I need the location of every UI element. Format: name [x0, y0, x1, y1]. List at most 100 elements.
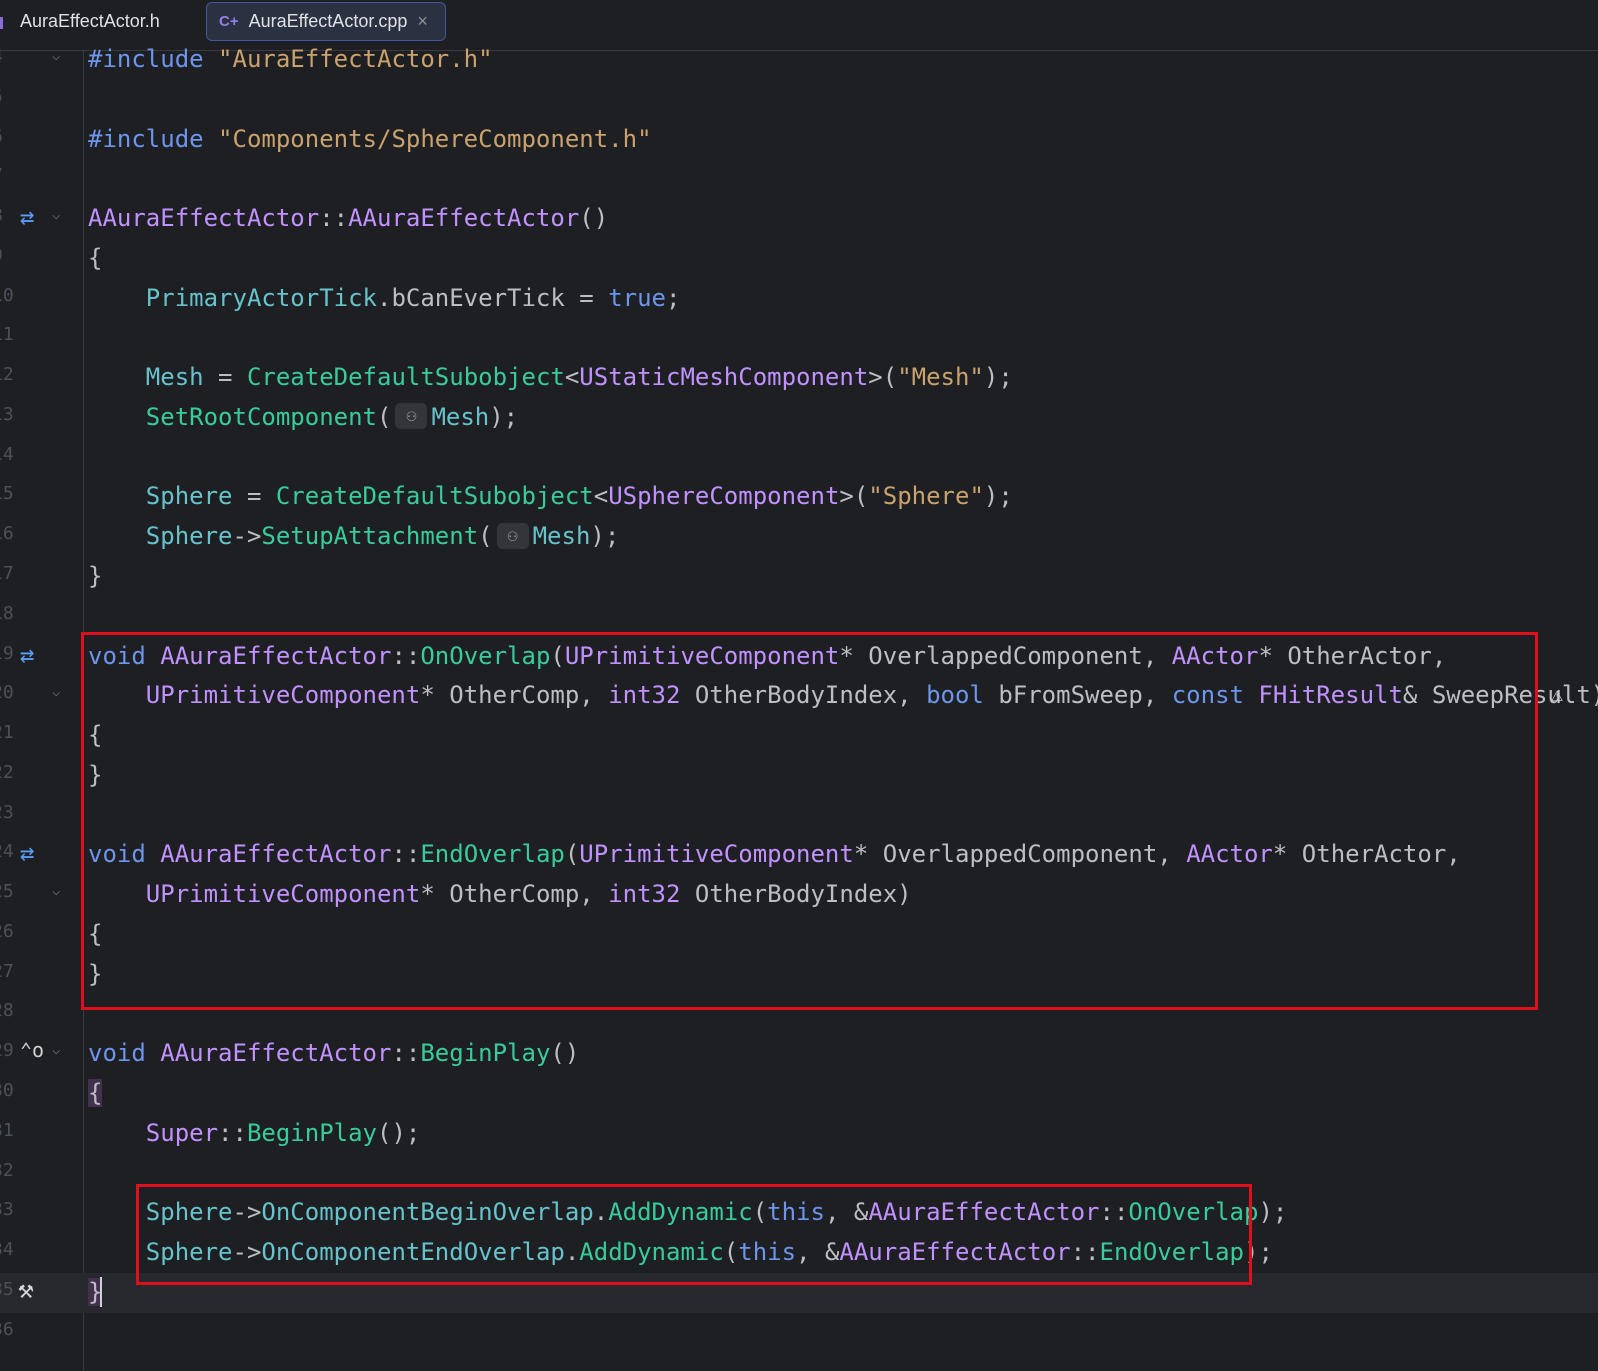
code-token: Sphere [145, 482, 233, 511]
implements-icon[interactable]: ⇄ [20, 641, 34, 669]
code-line[interactable]: 14 [0, 438, 1598, 478]
highlight-box-overlap-functions [81, 632, 1538, 1010]
line-number[interactable]: 10 [0, 285, 14, 306]
code-text: PrimaryActorTick.bCanEverTick = true; [88, 283, 681, 313]
code-token: AAuraEffectActor [348, 204, 580, 233]
code-line[interactable]: 4 ⌵ #include "AuraEffectActor.h" [0, 40, 1598, 80]
code-token: () [579, 204, 609, 233]
line-number[interactable]: 35 [0, 1279, 14, 1300]
implements-icon[interactable]: ⇄ [20, 839, 34, 867]
line-number[interactable]: 15 [0, 483, 14, 504]
code-text: Super::BeginPlay(); [88, 1118, 421, 1148]
override-icon[interactable]: ⌃o [20, 1038, 44, 1062]
line-number[interactable]: 30 [0, 1080, 14, 1101]
code-line[interactable]: 7 [0, 159, 1598, 199]
line-number[interactable]: 19 [0, 643, 14, 664]
line-number[interactable]: 16 [0, 523, 14, 544]
code-token: AAuraEffectActor [88, 204, 320, 233]
warning-icon[interactable]: ⚠ [1551, 682, 1563, 706]
code-line[interactable]: 18 [0, 597, 1598, 637]
code-text: #include "Components/SphereComponent.h" [88, 124, 652, 154]
code-token: ( [376, 402, 392, 431]
text-caret [100, 1276, 103, 1307]
implements-icon[interactable]: ⇄ [20, 203, 34, 231]
code-text: { [88, 243, 102, 273]
code-line[interactable]: 29 ⌃o ⌵ void AAuraEffectActor::BeginPlay() [0, 1034, 1598, 1074]
code-token: ); [1258, 1198, 1288, 1227]
code-line[interactable]: 31 Super::BeginPlay(); [0, 1114, 1598, 1154]
code-token: "AuraEffectActor.h" [218, 45, 493, 73]
code-token: "Components/SphereComponent.h" [218, 124, 652, 153]
code-token: Mesh [145, 363, 204, 392]
code-line[interactable]: 5 [0, 80, 1598, 120]
code-line[interactable]: 15 Sphere = CreateDefaultSubobject<USphe… [0, 477, 1598, 517]
code-line[interactable]: 9{ [0, 239, 1598, 279]
fold-chevron-icon[interactable]: ⌵ [52, 48, 60, 64]
line-number[interactable]: 9 [0, 245, 3, 266]
code-line[interactable]: 10 PrimaryActorTick.bCanEverTick = true; [0, 279, 1598, 319]
code-token: Mesh [532, 522, 591, 551]
code-text: } [88, 561, 102, 591]
line-number[interactable]: 18 [0, 603, 14, 624]
code-token: BeginPlay [246, 1118, 377, 1147]
code-token: >( [868, 363, 898, 392]
code-line[interactable]: 6 #include "Components/SphereComponent.h" [0, 120, 1598, 160]
line-number[interactable]: 12 [0, 364, 14, 385]
code-line[interactable]: 11 [0, 318, 1598, 358]
line-number[interactable]: 25 [0, 881, 14, 902]
line-number[interactable]: 33 [0, 1199, 14, 1220]
fold-chevron-icon[interactable]: ⌵ [52, 207, 60, 223]
line-number[interactable]: 8 [0, 205, 3, 226]
code-token: :: [319, 204, 349, 233]
code-token: Mesh [431, 402, 490, 431]
parameter-hint-icon[interactable]: ⚇ [496, 522, 529, 549]
line-number[interactable]: 24 [0, 841, 14, 862]
hammer-icon[interactable]: ⚒ [18, 1275, 34, 1305]
line-number[interactable]: 4 [0, 46, 3, 67]
line-number[interactable]: 32 [0, 1160, 14, 1181]
code-token: :: [218, 1118, 247, 1147]
code-line[interactable]: 30 { [0, 1074, 1598, 1114]
line-number[interactable]: 21 [0, 722, 14, 743]
code-token: (); [377, 1118, 421, 1147]
code-text: AAuraEffectActor::AAuraEffectActor() [88, 203, 608, 233]
line-number[interactable]: 13 [0, 404, 14, 425]
line-number[interactable]: 28 [0, 1000, 14, 1021]
line-number[interactable]: 17 [0, 563, 14, 584]
line-number[interactable]: 34 [0, 1239, 14, 1260]
fold-chevron-icon[interactable]: ⌵ [52, 1042, 60, 1058]
line-number[interactable]: 36 [0, 1319, 14, 1340]
line-number[interactable]: 6 [0, 126, 3, 147]
code-line[interactable]: 16 Sphere->SetupAttachment(⚇Mesh); [0, 517, 1598, 557]
line-number[interactable]: 20 [0, 682, 14, 703]
line-number[interactable]: 14 [0, 444, 14, 465]
code-line[interactable]: 12 Mesh = CreateDefaultSubobject<UStatic… [0, 358, 1598, 398]
line-number[interactable]: 5 [0, 86, 3, 107]
code-line[interactable]: 13 SetRootComponent(⚇Mesh); [0, 398, 1598, 438]
code-text: Sphere = CreateDefaultSubobject<USphereC… [88, 481, 1013, 511]
code-token: = [564, 283, 609, 312]
line-number[interactable]: 27 [0, 961, 14, 982]
code-token: bCanEverTick [391, 283, 565, 312]
line-number[interactable]: 23 [0, 802, 14, 823]
line-number[interactable]: 31 [0, 1120, 14, 1141]
fold-chevron-icon[interactable]: ⌵ [52, 684, 60, 700]
code-token: ); [983, 482, 1013, 511]
parameter-hint-icon[interactable]: ⚇ [395, 403, 428, 430]
code-token: ); [983, 363, 1013, 392]
line-number[interactable]: 7 [0, 165, 3, 186]
line-number[interactable]: 11 [0, 324, 14, 345]
line-number[interactable]: 29 [0, 1040, 14, 1061]
code-text: SetRootComponent(⚇ Mesh); [88, 402, 518, 432]
code-line[interactable]: 36 [0, 1313, 1598, 1353]
fold-chevron-icon[interactable]: ⌵ [52, 883, 60, 899]
code-line[interactable]: 17} [0, 557, 1598, 597]
line-number[interactable]: 26 [0, 921, 14, 942]
code-line[interactable]: 8⇄⌵AAuraEffectActor::AAuraEffectActor() [0, 199, 1598, 239]
line-number[interactable]: 22 [0, 762, 14, 783]
code-token: = [232, 482, 276, 511]
